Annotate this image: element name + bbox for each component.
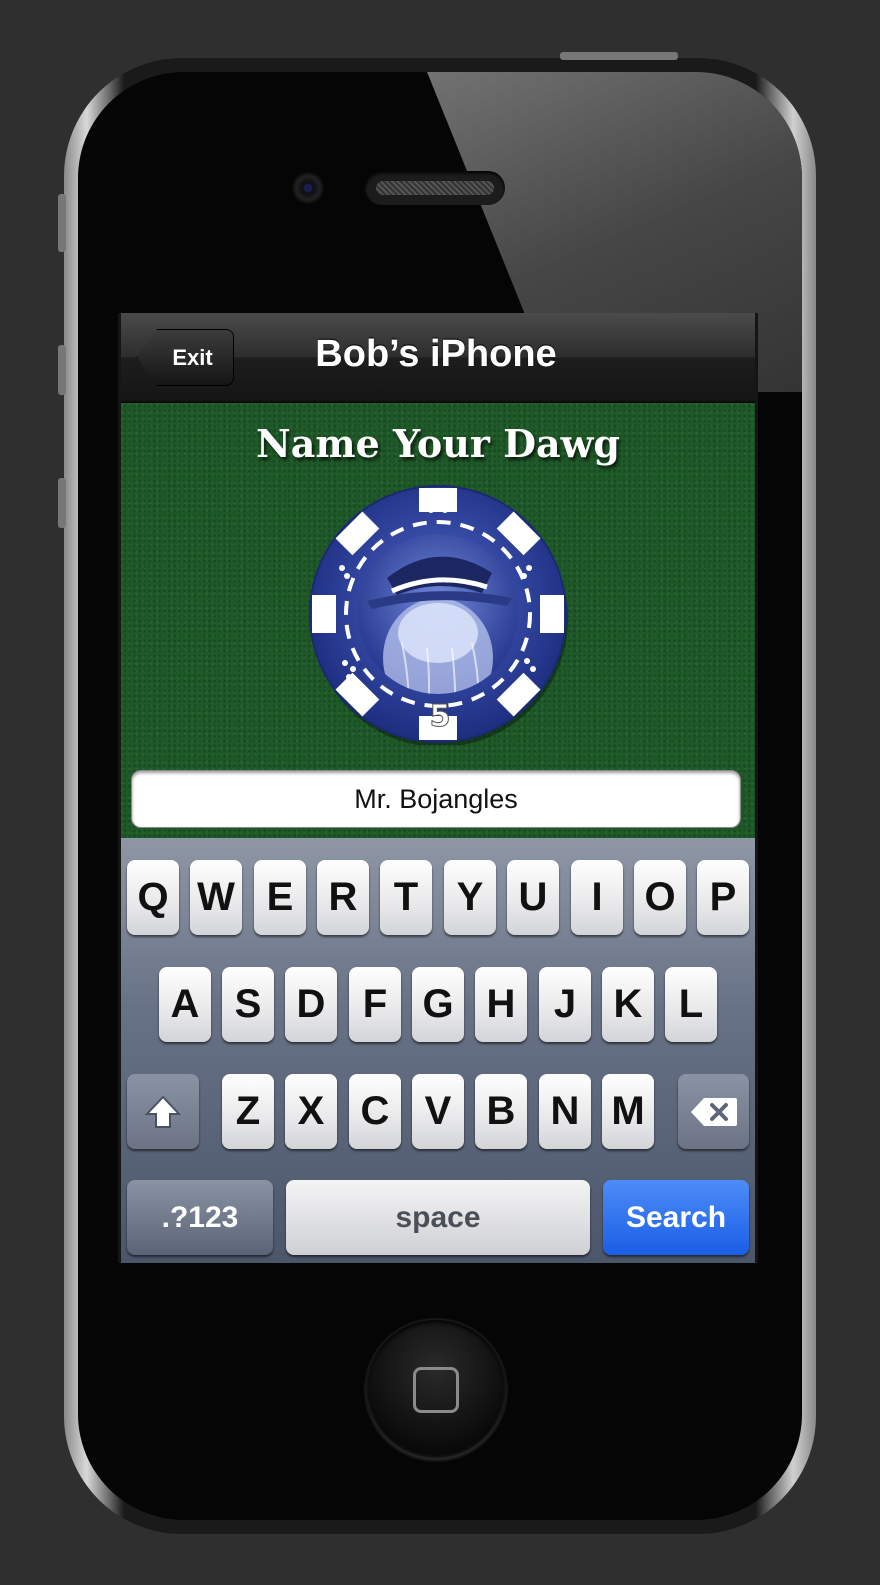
key-d[interactable]: D [285,967,337,1042]
backspace-icon [690,1097,737,1126]
page-headline: Name Your Dawg [256,421,620,466]
shift-key[interactable] [127,1074,199,1149]
key-a[interactable]: A [159,967,211,1042]
key-v[interactable]: V [412,1074,464,1149]
key-k[interactable]: K [602,967,654,1042]
key-t[interactable]: T [380,860,432,935]
key-f[interactable]: F [349,967,401,1042]
key-g[interactable]: G [412,967,464,1042]
exit-button[interactable]: Exit [137,329,234,386]
key-h[interactable]: H [475,967,527,1042]
speaker-grill [376,181,494,195]
key-c[interactable]: C [349,1074,401,1149]
home-square-icon [413,1367,459,1413]
key-j[interactable]: J [539,967,591,1042]
key-p[interactable]: P [697,860,749,935]
power-button [560,52,678,60]
key-z[interactable]: Z [222,1074,274,1149]
key-q[interactable]: Q [127,860,179,935]
app-screen: Exit Bob’s iPhone Name Your Dawg 5 Mr. B… [118,313,758,1263]
key-n[interactable]: N [539,1074,591,1149]
key-x[interactable]: X [285,1074,337,1149]
nav-title: Bob’s iPhone [315,333,557,375]
key-y[interactable]: Y [444,860,496,935]
key-u[interactable]: U [507,860,559,935]
key-r[interactable]: R [317,860,369,935]
key-i[interactable]: I [571,860,623,935]
onscreen-keyboard: Q W E R T Y U I O P A S D F G H J K L Z … [121,838,755,1263]
home-button[interactable] [366,1320,506,1460]
delete-key[interactable] [678,1074,749,1149]
key-o[interactable]: O [634,860,686,935]
dog-name-input[interactable]: Mr. Bojangles [131,770,741,828]
navigation-bar: Exit Bob’s iPhone [121,313,755,403]
front-camera-icon [292,172,324,204]
key-m[interactable]: M [602,1074,654,1149]
felt-background: Name Your Dawg 5 Mr. Bojangles [121,403,755,838]
poker-chip-avatar[interactable]: 5 [307,483,569,745]
volume-up-button [58,345,66,395]
mute-switch [58,194,66,252]
key-s[interactable]: S [222,967,274,1042]
numbers-key[interactable]: .?123 [127,1180,273,1255]
chip-value-label: 5 [430,699,451,734]
key-w[interactable]: W [190,860,242,935]
search-key[interactable]: Search [603,1180,749,1255]
space-key[interactable]: space [286,1180,590,1255]
key-e[interactable]: E [254,860,306,935]
shift-arrow-icon [144,1095,182,1128]
volume-down-button [58,478,66,528]
key-l[interactable]: L [665,967,717,1042]
key-b[interactable]: B [475,1074,527,1149]
